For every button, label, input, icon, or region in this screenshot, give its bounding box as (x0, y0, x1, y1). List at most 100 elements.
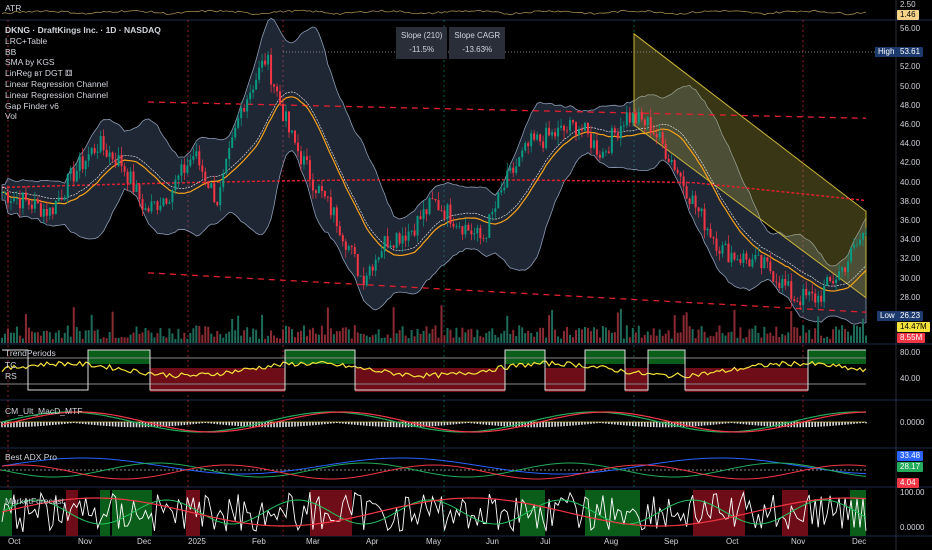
volume-bar (676, 332, 679, 343)
candle (595, 140, 598, 155)
candle (18, 198, 21, 209)
macd-histogram-bar (195, 422, 198, 424)
macd-histogram-bar (575, 422, 577, 426)
volume-bar (751, 328, 754, 343)
adx-line (1, 457, 867, 475)
macd-histogram-bar (330, 422, 332, 424)
volume-bar (658, 329, 661, 343)
volume-bar (820, 335, 823, 343)
candle (293, 130, 296, 143)
macd-histogram-bar (34, 422, 36, 427)
legend-item[interactable]: SMA by KGS (5, 57, 161, 68)
candle (42, 208, 45, 217)
volume-bar (691, 329, 694, 343)
macd-histogram-bar (464, 422, 467, 424)
volume-bar (105, 338, 108, 343)
candle (377, 257, 380, 260)
price-axis-label: 38.00 (900, 196, 921, 206)
candle (580, 128, 583, 131)
macd-histogram-bar (694, 422, 697, 427)
macd-histogram-bar (470, 422, 473, 424)
macd-histogram-bar (446, 422, 449, 426)
legend-item[interactable]: Gap Finder v6 (5, 101, 161, 112)
forecast-zone (66, 490, 78, 536)
volume-bar (844, 328, 847, 343)
candle (305, 156, 308, 161)
volume-bar (186, 338, 189, 343)
macd-histogram-bar (760, 422, 763, 426)
legend-item[interactable]: LRC+Table (5, 36, 161, 47)
macd-histogram-bar (476, 422, 479, 424)
legend-item[interactable]: BB (5, 47, 161, 58)
volume-bar (350, 338, 353, 343)
macd-histogram-bar (811, 422, 813, 427)
macd-histogram-bar (243, 422, 245, 427)
candle (219, 187, 222, 206)
volume-bar (395, 333, 398, 343)
macd-histogram-bar (84, 422, 87, 425)
candle (249, 92, 252, 100)
candle (33, 199, 36, 209)
volume-bar (775, 326, 778, 343)
trend-pane-title: TrendPeriods (5, 348, 56, 358)
candle (96, 151, 99, 153)
macd-histogram-bar (374, 422, 377, 427)
volume-bar (847, 331, 850, 343)
macd-histogram-bar (55, 422, 57, 425)
candle (664, 143, 667, 159)
macd-histogram-bar (377, 422, 380, 427)
volume-bar (419, 334, 422, 343)
volume-bar (760, 337, 763, 343)
macd-histogram-bar (102, 422, 105, 426)
macd-histogram-bar (632, 422, 634, 427)
volume-bar (661, 335, 664, 343)
candle (715, 238, 718, 251)
candle (826, 277, 829, 287)
candle (601, 151, 604, 158)
candle (374, 259, 377, 271)
macd-histogram-bar (111, 422, 114, 427)
candle (9, 201, 12, 203)
candle (778, 282, 781, 288)
volume-bar (270, 330, 273, 343)
candle (36, 199, 39, 204)
candle (515, 166, 518, 173)
volume-bar (494, 334, 497, 343)
legend-item[interactable]: Vol (5, 111, 161, 122)
macd-histogram-bar (739, 422, 742, 424)
candle (766, 257, 769, 262)
volume-bar (347, 329, 350, 343)
candle (572, 120, 575, 123)
volume-bar (33, 332, 36, 343)
candle (27, 199, 30, 205)
volume-bar (87, 330, 90, 343)
legend-item[interactable]: LinReg вт DGT ⚅ (5, 68, 161, 79)
low-value-tag: 26.23 (897, 311, 924, 321)
volume-bar (488, 331, 491, 343)
volume-bar (201, 334, 204, 343)
candle (410, 230, 413, 232)
candle (637, 111, 640, 124)
volume-bar (156, 333, 159, 343)
price-axis-label: 56.00 (900, 24, 921, 33)
legend-item[interactable]: Linear Regression Channel (5, 79, 161, 90)
candle (168, 202, 171, 204)
volume-bar (577, 328, 580, 343)
macd-histogram-bar (697, 422, 700, 427)
volume-bar (464, 332, 467, 343)
atr-line (1, 9, 867, 16)
candle (428, 198, 431, 215)
macd-histogram-bar (383, 422, 386, 427)
time-axis-label: Dec (137, 537, 152, 546)
candle (440, 210, 443, 212)
macd-histogram-bar (865, 422, 867, 424)
candle (467, 224, 470, 231)
volume-bar (255, 329, 258, 343)
macd-histogram-bar (835, 422, 837, 426)
candle (201, 165, 204, 172)
macd-histogram-bar (315, 422, 317, 426)
legend-item[interactable]: Linear Regression Channel (5, 90, 161, 101)
macd-histogram-bar (611, 422, 613, 425)
symbol-title[interactable]: DKNG · DraftKings Inc. · 1D · NASDAQ (5, 25, 161, 36)
volume-bar (583, 327, 586, 343)
